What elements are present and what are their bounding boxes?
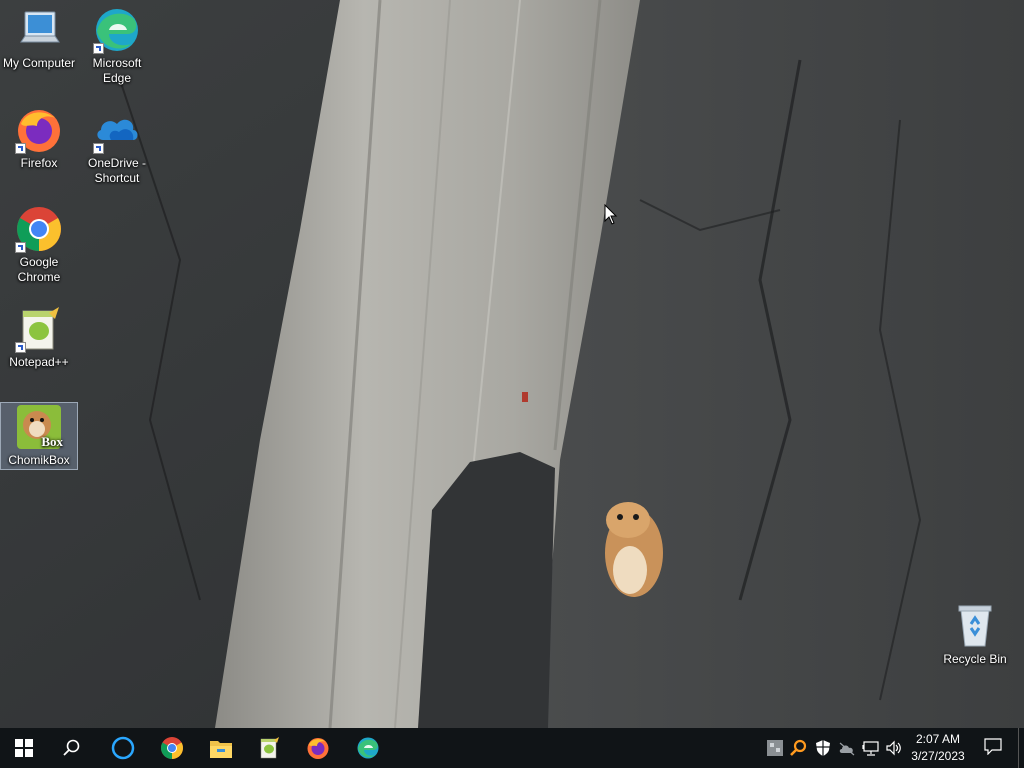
- onedrive-icon: [93, 106, 141, 154]
- clock-date: 3/27/2023: [911, 749, 965, 763]
- start-button[interactable]: [0, 728, 48, 768]
- recycle-bin-icon: [951, 602, 999, 650]
- desktop-icon-my-computer[interactable]: My Computer: [1, 6, 77, 71]
- edge-icon: [356, 736, 380, 760]
- desktop-icon-label: Notepad++: [9, 355, 69, 369]
- taskbar-notepadpp[interactable]: [245, 728, 293, 768]
- desktop-icon-firefox[interactable]: Firefox: [1, 106, 77, 171]
- desktop-icon-recycle-bin[interactable]: Recycle Bin: [937, 602, 1013, 667]
- desktop-icon-onedrive[interactable]: OneDrive - Shortcut: [79, 106, 155, 186]
- shortcut-arrow-icon: [15, 242, 26, 253]
- taskbar-chrome[interactable]: [148, 728, 196, 768]
- desktop-icon-notepadpp[interactable]: Notepad++: [1, 305, 77, 370]
- taskbar-firefox[interactable]: [294, 728, 342, 768]
- desktop-icon-label: Recycle Bin: [943, 652, 1007, 666]
- notepadpp-icon: [257, 736, 281, 760]
- taskbar-file-explorer[interactable]: [197, 728, 245, 768]
- show-desktop-button[interactable]: [1018, 728, 1024, 768]
- taskbar: 2:07 AM 3/27/2023: [0, 728, 1024, 768]
- chomikbox-badge-label: Box: [41, 434, 63, 449]
- desktop-icon-chomikbox[interactable]: Box ChomikBox: [0, 402, 78, 470]
- desktop-icon-label: Microsoft Edge: [92, 56, 142, 85]
- firefox-icon: [306, 736, 330, 760]
- desktop-icon-label: My Computer: [2, 56, 76, 70]
- action-center-button[interactable]: [978, 728, 1008, 768]
- shortcut-arrow-icon: [93, 43, 104, 54]
- cortana-icon: [111, 736, 135, 760]
- start-icon: [15, 739, 33, 757]
- clock-time: 2:07 AM: [915, 732, 961, 746]
- desktop-icon-google-chrome[interactable]: Google Chrome: [1, 205, 77, 285]
- notepadpp-icon: [15, 305, 63, 353]
- shortcut-arrow-icon: [15, 143, 26, 154]
- desktop-icon-label: Firefox: [20, 156, 58, 170]
- taskbar-edge[interactable]: [344, 728, 392, 768]
- chrome-icon: [15, 205, 63, 253]
- shortcut-arrow-icon: [93, 143, 104, 154]
- file-explorer-icon: [209, 737, 233, 759]
- cortana-button[interactable]: [99, 728, 147, 768]
- network-cloud-icon[interactable]: [838, 739, 856, 757]
- firefox-icon: [15, 106, 63, 154]
- desktop-icon-label: OneDrive - Shortcut: [87, 156, 146, 185]
- search-button[interactable]: [48, 728, 96, 768]
- desktop-icon-label: ChomikBox: [8, 453, 70, 467]
- mouse-cursor-icon: [604, 203, 618, 231]
- desktop-icon-microsoft-edge[interactable]: Microsoft Edge: [79, 6, 155, 86]
- computer-icon: [15, 6, 63, 54]
- search-tray-icon[interactable]: [790, 739, 808, 757]
- volume-icon[interactable]: [885, 739, 903, 757]
- network-icon[interactable]: [862, 739, 880, 757]
- chomikbox-icon: Box: [15, 403, 63, 451]
- taskbar-clock[interactable]: 2:07 AM 3/27/2023: [904, 731, 972, 765]
- edge-icon: [93, 6, 141, 54]
- security-shield-icon[interactable]: [814, 739, 832, 757]
- chomikbox-tray-icon[interactable]: [766, 739, 784, 757]
- desktop-icon-label: Google Chrome: [17, 255, 61, 284]
- search-icon: [63, 739, 81, 757]
- notification-icon: [984, 737, 1002, 760]
- chrome-icon: [160, 736, 184, 760]
- shortcut-arrow-icon: [15, 342, 26, 353]
